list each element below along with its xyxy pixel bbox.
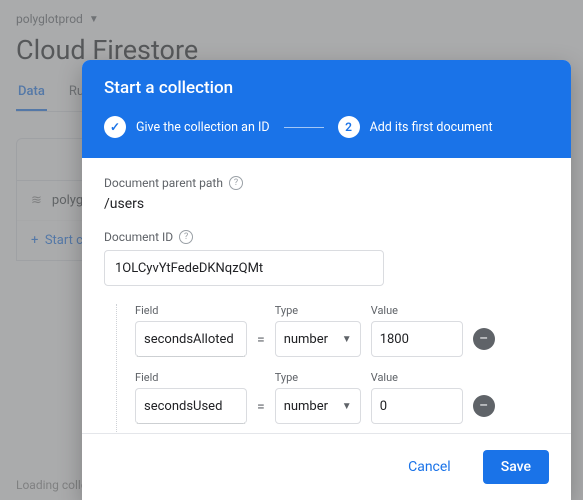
- start-collection-dialog: Start a collection ✓ Give the collection…: [82, 60, 571, 500]
- field-header: Field: [135, 304, 247, 317]
- parent-path-label: Document parent path: [104, 176, 223, 190]
- field-name-input[interactable]: [135, 321, 247, 357]
- field-type-select[interactable]: number ▼: [275, 388, 361, 424]
- cancel-button[interactable]: Cancel: [390, 450, 469, 484]
- type-header: Type: [275, 371, 361, 384]
- field-row: Field = Type number ▼ Value –: [135, 371, 549, 424]
- chevron-down-icon: ▼: [342, 334, 352, 345]
- help-icon[interactable]: ?: [179, 230, 193, 244]
- field-value-input[interactable]: [371, 321, 463, 357]
- step-1: ✓ Give the collection an ID: [104, 116, 270, 138]
- field-row: Field = Type number ▼ Value –: [135, 304, 549, 357]
- value-header: Value: [371, 304, 463, 317]
- remove-field-button[interactable]: –: [473, 328, 495, 350]
- step-connector: [284, 127, 324, 128]
- equals-icon: =: [257, 399, 265, 424]
- document-id-input[interactable]: [104, 250, 384, 286]
- field-value-input[interactable]: [371, 388, 463, 424]
- document-id-label: Document ID: [104, 230, 173, 244]
- check-icon: ✓: [104, 116, 126, 138]
- parent-path-value: /users: [104, 196, 549, 212]
- field-name-input[interactable]: [135, 388, 247, 424]
- save-button[interactable]: Save: [483, 450, 549, 484]
- chevron-down-icon: ▼: [342, 401, 352, 412]
- step-2: 2 Add its first document: [338, 116, 493, 138]
- stepper: ✓ Give the collection an ID 2 Add its fi…: [104, 116, 549, 138]
- remove-field-button[interactable]: –: [473, 395, 495, 417]
- equals-icon: =: [257, 332, 265, 357]
- step-2-label: Add its first document: [370, 120, 493, 135]
- step-1-label: Give the collection an ID: [136, 120, 270, 135]
- help-icon[interactable]: ?: [229, 176, 243, 190]
- step-2-badge: 2: [338, 116, 360, 138]
- type-header: Type: [275, 304, 361, 317]
- dialog-title: Start a collection: [104, 78, 549, 98]
- field-header: Field: [135, 371, 247, 384]
- field-type-select[interactable]: number ▼: [275, 321, 361, 357]
- value-header: Value: [371, 371, 463, 384]
